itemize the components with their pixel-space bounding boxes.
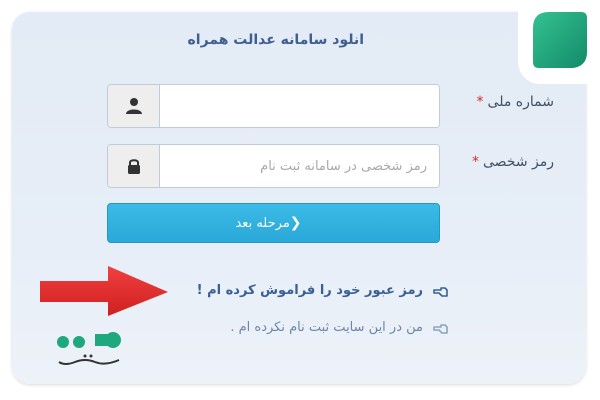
national-id-group xyxy=(107,84,440,128)
next-step-button[interactable]: ❮ مرحله بعد xyxy=(107,203,440,243)
brand-logo-icon xyxy=(533,12,587,68)
watermark-logo xyxy=(57,332,121,365)
not-registered-text: من در این سایت ثبت نام نکرده ام . xyxy=(230,320,423,335)
password-label-text: رمز شخصی xyxy=(482,154,554,170)
forgot-password-link[interactable]: رمز عبور خود را فراموش کرده ام ! xyxy=(197,283,449,298)
national-id-input[interactable] xyxy=(160,85,439,127)
hand-point-icon xyxy=(433,284,449,298)
page-title: انلود سامانه عدالت همراه xyxy=(187,32,364,48)
lock-icon xyxy=(108,145,160,187)
password-input[interactable] xyxy=(160,145,439,187)
required-mark: * xyxy=(471,154,479,170)
national-id-label: شماره ملی* xyxy=(477,94,554,110)
required-mark: * xyxy=(476,94,484,110)
chevron-left-icon: ❮ xyxy=(289,215,302,231)
login-panel: انلود سامانه عدالت همراه شماره ملی* رمز … xyxy=(12,12,586,384)
red-arrow-icon xyxy=(40,266,168,316)
next-step-label: مرحله بعد xyxy=(235,215,290,231)
password-group xyxy=(107,144,440,188)
password-label: رمز شخصی* xyxy=(472,154,554,170)
not-registered-link[interactable]: من در این سایت ثبت نام نکرده ام . xyxy=(230,320,449,335)
hand-point-icon xyxy=(433,321,449,335)
forgot-password-text: رمز عبور خود را فراموش کرده ام ! xyxy=(196,283,423,298)
national-id-label-text: شماره ملی xyxy=(487,94,554,110)
user-icon xyxy=(108,85,160,127)
